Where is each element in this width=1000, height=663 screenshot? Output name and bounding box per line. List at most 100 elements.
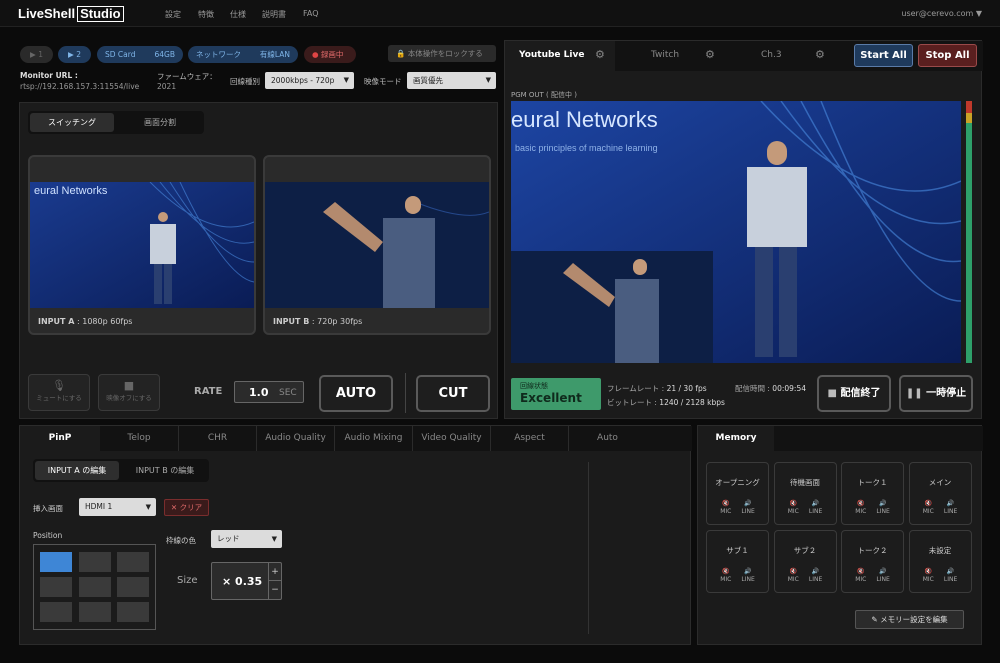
tab-edit-input-a[interactable]: INPUT A の編集: [35, 461, 119, 480]
nav-link-manual[interactable]: 説明書: [262, 9, 286, 20]
plus-icon[interactable]: +: [268, 563, 281, 581]
mute-button[interactable]: 🎙 ミュートにする: [28, 374, 90, 411]
pgm-out-label: PGM OUT ( 配信中 ): [511, 91, 577, 99]
gear-icon[interactable]: ⚙: [595, 48, 605, 61]
border-color-select[interactable]: レッド ▼: [211, 530, 282, 548]
tab-video-quality[interactable]: Video Quality: [412, 426, 490, 451]
mic-muted-icon: 🔇 MIC: [787, 568, 799, 583]
pinp-edit-tabs: INPUT A の編集 INPUT B の編集: [33, 459, 209, 482]
mic-muted-icon: 🔇 MIC: [855, 568, 867, 583]
position-label: Position: [33, 531, 63, 540]
position-top-center[interactable]: [79, 552, 111, 572]
tab-auto[interactable]: Auto: [568, 426, 646, 451]
switcher-panel: スイッチング 画面分割 eural Networks INPUT A : 108…: [19, 102, 498, 419]
position-bottom-right[interactable]: [117, 602, 149, 622]
user-menu[interactable]: user@cerevo.com ▼: [901, 9, 982, 18]
camera-2-status[interactable]: ▶ 2: [58, 46, 91, 63]
minus-icon[interactable]: −: [268, 581, 281, 599]
firmware-label: ファームウェア：: [157, 72, 217, 81]
position-bottom-left[interactable]: [40, 602, 72, 622]
tab-pinp[interactable]: PinP: [20, 426, 100, 451]
mic-muted-icon: 🔇 MIC: [720, 568, 732, 583]
position-top-left[interactable]: [40, 552, 72, 572]
tab-chr[interactable]: CHR: [178, 426, 256, 451]
size-stepper[interactable]: × 0.35 + −: [211, 562, 282, 600]
tab-audio-mixing[interactable]: Audio Mixing: [334, 426, 412, 451]
line-type-select[interactable]: 2000kbps - 720p ▼: [265, 72, 354, 89]
input-a-preview: eural Networks: [30, 182, 254, 308]
mic-muted-icon: 🔇 MIC: [922, 500, 934, 515]
cut-transition-button[interactable]: CUT: [416, 375, 490, 412]
memory-slot[interactable]: サブ１ 🔇 MIC 🔊 LINE: [706, 530, 769, 593]
framerate-readout: フレームレート : 21 / 30 fps: [607, 384, 707, 393]
camera-1-status[interactable]: ▶ 1: [20, 46, 53, 63]
recording-status[interactable]: ● 録画中: [304, 46, 356, 63]
tab-telop[interactable]: Telop: [100, 426, 178, 451]
nav-link-features[interactable]: 特徴: [198, 9, 214, 20]
nav-link-specs[interactable]: 仕様: [230, 9, 246, 20]
stream-time-readout: 配信時間 : 00:09:54: [735, 384, 806, 393]
lock-controls-button[interactable]: 🔒 本体操作をロックする: [388, 45, 496, 62]
microphone-icon: 🎙: [52, 379, 66, 392]
line-volume-icon: 🔊 LINE: [808, 500, 823, 515]
gear-icon[interactable]: ⚙: [705, 48, 715, 61]
video-mode-select[interactable]: 画質優先 ▼: [407, 72, 496, 89]
audio-meter-level: [966, 123, 972, 363]
memory-slot[interactable]: 未設定 🔇 MIC 🔊 LINE: [908, 530, 972, 593]
memory-audio-icons: 🔇 MIC 🔊 LINE: [910, 568, 971, 584]
position-middle-left[interactable]: [40, 577, 72, 597]
tab-youtube-live[interactable]: Youtube Live ⚙: [505, 41, 615, 71]
line-volume-icon: 🔊 LINE: [741, 568, 755, 583]
input-b-card[interactable]: INPUT B : 720p 30fps: [263, 155, 491, 335]
video-camera-icon: ■: [123, 379, 135, 392]
start-all-button[interactable]: Start All: [854, 44, 913, 67]
tab-aspect[interactable]: Aspect: [490, 426, 568, 451]
chevron-down-icon: ▼: [145, 503, 151, 511]
memory-slot[interactable]: トーク２ 🔇 MIC 🔊 LINE: [841, 530, 904, 593]
position-middle-center[interactable]: [79, 577, 111, 597]
nav-link-settings[interactable]: 設定: [165, 9, 181, 20]
chevron-down-icon: ▼: [271, 535, 277, 543]
pause-stream-button[interactable]: ❚❚ 一時停止: [899, 375, 973, 412]
video-off-button[interactable]: ■ 映像オフにする: [98, 374, 160, 411]
input-b-label: INPUT B : 720p 30fps: [273, 317, 363, 326]
tab-edit-input-b[interactable]: INPUT B の編集: [123, 461, 207, 480]
tab-switching[interactable]: スイッチング: [30, 113, 114, 132]
end-stream-button[interactable]: ■ 配信終了: [817, 375, 891, 412]
mic-muted-icon: 🔇 MIC: [720, 500, 732, 515]
tab-memory[interactable]: Memory: [698, 426, 774, 451]
tab-twitch[interactable]: Twitch ⚙: [615, 41, 725, 71]
rate-input[interactable]: 1.0 SEC: [234, 381, 304, 403]
memory-slot[interactable]: サブ２ 🔇 MIC 🔊 LINE: [773, 530, 837, 593]
bitrate-readout: ビットレート : 1240 / 2128 kbps: [607, 398, 725, 407]
insert-screen-select[interactable]: HDMI 1 ▼: [79, 498, 156, 516]
memory-slot[interactable]: オープニング 🔇 MIC 🔊 LINE: [706, 462, 769, 525]
memory-panel: Memory オープニング 🔇 MIC 🔊 LINE 待機画面 🔇 MIC 🔊 LINE トーク１ 🔇…: [697, 425, 983, 645]
memory-slot[interactable]: 待機画面 🔇 MIC 🔊 LINE: [773, 462, 837, 525]
divider: [405, 373, 406, 413]
auto-transition-button[interactable]: AUTO: [319, 375, 393, 412]
tab-split-screen[interactable]: 画面分割: [118, 113, 202, 132]
mic-muted-icon: 🔇 MIC: [787, 500, 799, 515]
edit-memory-settings-button[interactable]: ✎ メモリー設定を編集: [855, 610, 964, 629]
size-label: Size: [177, 575, 198, 586]
position-top-right[interactable]: [117, 552, 149, 572]
memory-slot[interactable]: メイン 🔇 MIC 🔊 LINE: [908, 462, 972, 525]
nav-link-faq[interactable]: FAQ: [303, 9, 319, 18]
memory-slot[interactable]: トーク１ 🔇 MIC 🔊 LINE: [841, 462, 904, 525]
clear-button[interactable]: ✕ クリア: [164, 499, 209, 516]
input-a-label: INPUT A : 1080p 60fps: [38, 317, 133, 326]
stop-all-button[interactable]: Stop All: [918, 44, 977, 67]
tab-ch3[interactable]: Ch.3 ⚙: [725, 41, 835, 71]
gear-icon[interactable]: ⚙: [815, 48, 825, 61]
tab-audio-quality[interactable]: Audio Quality: [256, 426, 334, 451]
input-a-card[interactable]: eural Networks INPUT A : 1080p 60fps: [28, 155, 256, 335]
program-slide-subtitle: basic principles of machine learning: [515, 143, 658, 153]
position-middle-right[interactable]: [117, 577, 149, 597]
position-bottom-center[interactable]: [79, 602, 111, 622]
memory-slot-label: トーク１: [857, 478, 888, 487]
memory-slot-label: サブ２: [793, 546, 817, 555]
audio-meter-peak: [966, 101, 972, 113]
input-a-image: eural Networks: [30, 182, 254, 308]
memory-audio-icons: 🔇 MIC 🔊 LINE: [910, 500, 971, 516]
